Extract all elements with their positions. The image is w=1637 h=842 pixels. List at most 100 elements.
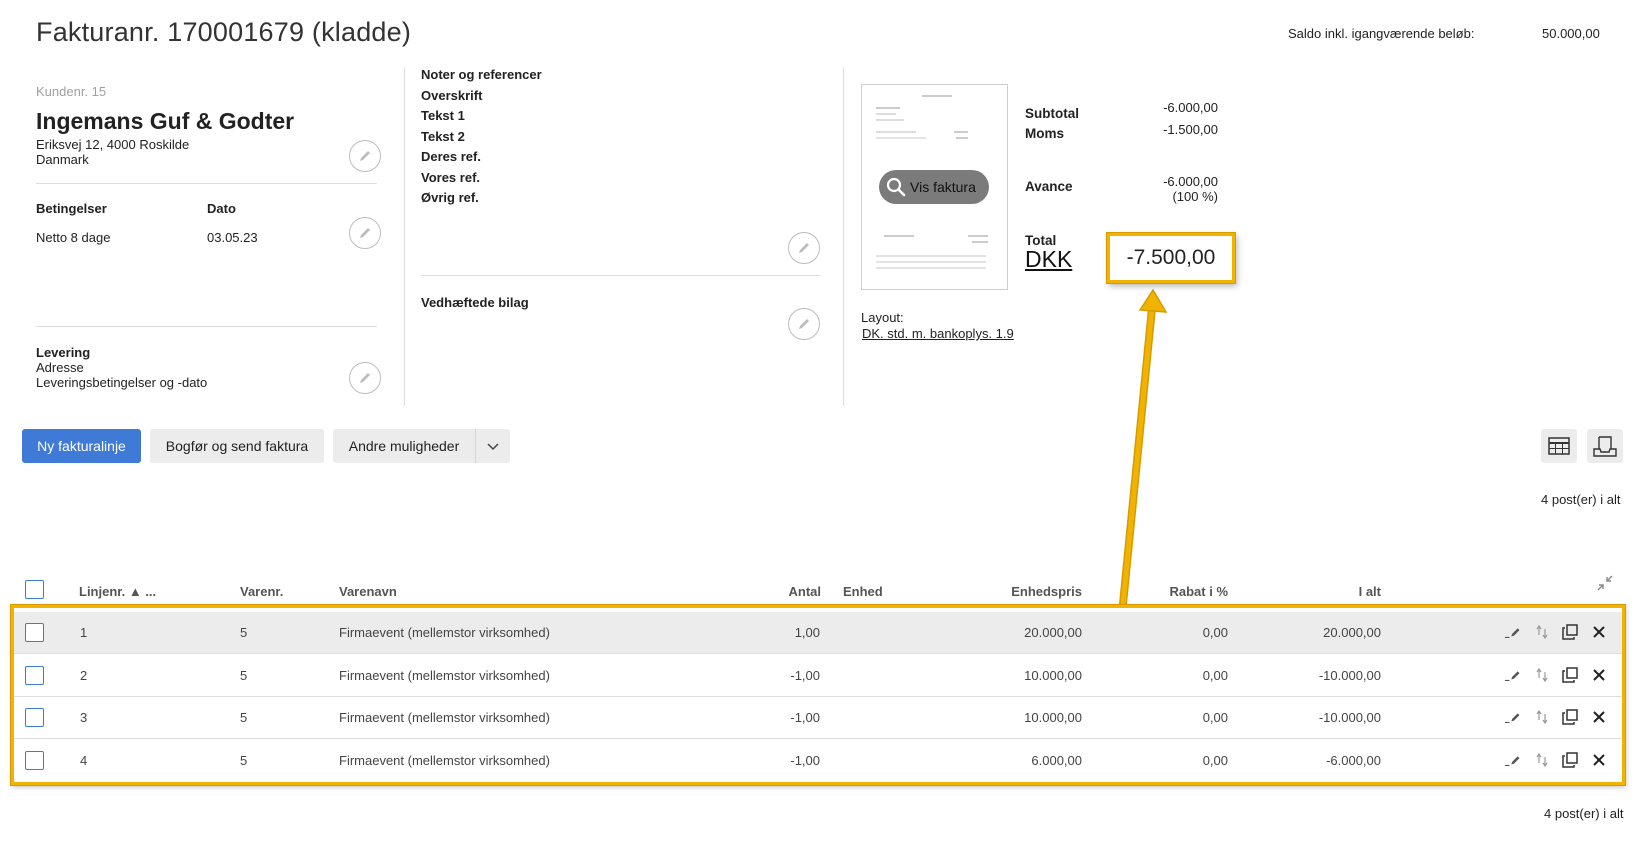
cell-discount: 0,00 [1202, 668, 1228, 683]
layout-link[interactable]: DK. std. m. bankoplys. 1.9 [862, 326, 1014, 341]
table-row[interactable]: 3 5 Firmaevent (mellemstor virksomhed) -… [14, 697, 1622, 739]
delete-row-icon[interactable] [1589, 750, 1609, 770]
tray-icon [1593, 436, 1617, 457]
table-row[interactable]: 2 5 Firmaevent (mellemstor virksomhed) -… [14, 655, 1622, 697]
margin-label: Avance [1025, 179, 1073, 194]
move-row-icon[interactable] [1532, 750, 1552, 770]
cell-discount: 0,00 [1202, 710, 1228, 725]
column-header-item-name[interactable]: Varenavn [339, 584, 397, 599]
pencil-icon [360, 373, 370, 383]
table-row[interactable]: 4 5 Firmaevent (mellemstor virksomhed) -… [14, 740, 1622, 782]
view-invoice-label: Vis faktura [910, 179, 976, 195]
annotation-arrow [1119, 288, 1168, 608]
table-view-button[interactable] [1541, 429, 1577, 463]
subtotal-value: -6.000,00 [1163, 100, 1218, 115]
cell-item-no: 5 [240, 668, 248, 683]
other-options-button[interactable]: Andre muligheder [333, 429, 475, 463]
copy-row-icon[interactable] [1560, 622, 1580, 642]
column-header-line[interactable]: Linjenr. ▲ ... [79, 584, 156, 599]
cell-total: -10.000,00 [1318, 668, 1381, 683]
table-row[interactable]: 1 5 Firmaevent (mellemstor virksomhed) 1… [14, 612, 1622, 654]
currency-link[interactable]: DKK [1025, 246, 1072, 273]
cell-item-name: Firmaevent (mellemstor virksomhed) [339, 710, 550, 725]
collapse-icon[interactable] [1596, 574, 1614, 592]
edit-terms-button[interactable] [349, 217, 381, 249]
cell-qty: -1,00 [790, 710, 820, 725]
subtotal-label: Subtotal [1025, 106, 1079, 121]
margin-value: -6.000,00 [1163, 174, 1218, 189]
row-checkbox[interactable] [25, 751, 44, 770]
divider [36, 183, 377, 184]
column-header-discount[interactable]: Rabat i % [1108, 584, 1228, 599]
cell-discount: 0,00 [1202, 753, 1228, 768]
column-header-unit[interactable]: Enhed [843, 584, 883, 599]
column-header-qty[interactable]: Antal [735, 584, 822, 599]
print-button[interactable] [1587, 429, 1623, 463]
date-value: 03.05.23 [207, 230, 258, 245]
cell-item-name: Firmaevent (mellemstor virksomhed) [339, 753, 550, 768]
cell-item-name: Firmaevent (mellemstor virksomhed) [339, 625, 550, 640]
cell-item-name: Firmaevent (mellemstor virksomhed) [339, 668, 550, 683]
notes-other-ref: Øvrig ref. [421, 190, 479, 205]
copy-row-icon[interactable] [1560, 707, 1580, 727]
terms-label: Betingelser [36, 201, 107, 216]
pencil-icon [360, 151, 370, 161]
pencil-icon [799, 243, 809, 253]
customer-country: Danmark [36, 152, 89, 167]
notes-their-ref: Deres ref. [421, 149, 481, 164]
edit-attachments-button[interactable] [788, 308, 820, 340]
record-count-top: 4 post(er) i alt [1541, 492, 1621, 507]
cell-line: 3 [80, 710, 88, 725]
cell-unit-price: 6.000,00 [1031, 753, 1082, 768]
total-value: -7.500,00 [1126, 246, 1216, 269]
delete-row-icon[interactable] [1589, 707, 1609, 727]
chevron-down-icon [487, 443, 499, 451]
table-icon [1548, 437, 1570, 455]
vat-label: Moms [1025, 126, 1065, 141]
column-header-unit-price[interactable]: Enhedspris [950, 584, 1082, 599]
delete-row-icon[interactable] [1589, 622, 1609, 642]
edit-row-icon[interactable] [1504, 707, 1524, 727]
column-header-total[interactable]: I alt [1262, 584, 1381, 599]
move-row-icon[interactable] [1532, 622, 1552, 642]
cell-unit-price: 10.000,00 [1024, 710, 1082, 725]
view-invoice-button[interactable]: Vis faktura [879, 170, 989, 204]
cell-qty: 1,00 [794, 625, 820, 640]
row-checkbox[interactable] [25, 666, 44, 685]
column-header-item-no[interactable]: Varenr. [240, 584, 283, 599]
vat-value: -1.500,00 [1163, 122, 1218, 137]
column-divider [843, 68, 844, 406]
page-title: Fakturanr. 170001679 (kladde) [36, 17, 412, 47]
cell-item-no: 5 [240, 753, 248, 768]
row-checkbox[interactable] [25, 708, 44, 727]
move-row-icon[interactable] [1532, 707, 1552, 727]
other-options-dropdown[interactable] [475, 429, 510, 463]
date-label: Dato [207, 201, 236, 216]
edit-delivery-button[interactable] [349, 362, 381, 394]
copy-row-icon[interactable] [1560, 750, 1580, 770]
notes-heading-field: Overskrift [421, 88, 483, 103]
move-row-icon[interactable] [1532, 665, 1552, 685]
terms-value: Netto 8 dage [36, 230, 111, 245]
divider [421, 275, 820, 276]
edit-row-icon[interactable] [1504, 622, 1524, 642]
notes-our-ref: Vores ref. [421, 170, 481, 185]
edit-row-icon[interactable] [1504, 750, 1524, 770]
row-checkbox[interactable] [25, 623, 44, 642]
margin-percent: (100 %) [1172, 189, 1218, 204]
copy-row-icon[interactable] [1560, 665, 1580, 685]
cell-line: 1 [80, 625, 88, 640]
new-invoice-line-button[interactable]: Ny fakturalinje [22, 429, 141, 463]
edit-notes-button[interactable] [788, 232, 820, 264]
edit-customer-button[interactable] [349, 140, 381, 172]
post-send-invoice-button[interactable]: Bogfør og send faktura [150, 429, 324, 463]
edit-row-icon[interactable] [1504, 665, 1524, 685]
pencil-icon [360, 228, 370, 238]
cell-unit-price: 20.000,00 [1024, 625, 1082, 640]
cell-line: 2 [80, 668, 88, 683]
select-all-checkbox[interactable] [25, 580, 44, 599]
delete-row-icon[interactable] [1589, 665, 1609, 685]
customer-address: Eriksvej 12, 4000 Roskilde [36, 137, 190, 152]
cell-item-no: 5 [240, 710, 248, 725]
cell-unit-price: 10.000,00 [1024, 668, 1082, 683]
